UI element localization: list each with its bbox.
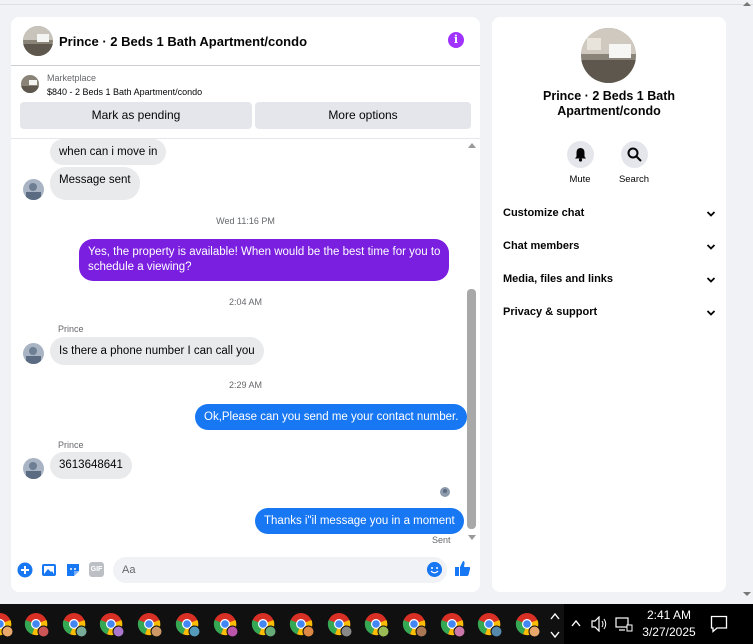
search-action[interactable]: Search xyxy=(604,141,664,185)
scroll-thumb[interactable] xyxy=(467,289,476,529)
chevron-down-icon xyxy=(706,244,716,250)
menu-label: Customize chat xyxy=(503,207,585,219)
bell-icon[interactable] xyxy=(566,141,594,168)
chrome-profile-icon[interactable] xyxy=(477,612,503,638)
message-placeholder: Aa xyxy=(122,564,136,576)
chrome-profile-icon[interactable] xyxy=(62,612,88,638)
clock-date: 3/27/2025 xyxy=(642,625,696,639)
system-tray: 2:41 AM 3/27/2025 xyxy=(564,604,753,644)
menu-media-files-links[interactable]: Media, files and links xyxy=(503,273,716,293)
mute-action[interactable]: Mute xyxy=(550,141,610,185)
listing-thumbnail[interactable] xyxy=(21,75,39,93)
chrome-profile-icon[interactable] xyxy=(175,612,201,638)
chrome-profile-icon[interactable] xyxy=(251,612,277,638)
scroll-up-arrow[interactable] xyxy=(468,143,476,148)
menu-label: Chat members xyxy=(503,240,580,252)
message-bubble: Ok,Please can you send me your contact n… xyxy=(195,404,468,430)
info-title-line: Apartment/condo xyxy=(557,104,661,118)
add-icon[interactable] xyxy=(17,562,33,578)
chevron-down-icon xyxy=(706,277,716,283)
chrome-profile-icon[interactable] xyxy=(515,612,541,638)
timestamp: 2:04 AM xyxy=(228,297,263,307)
sender-avatar[interactable] xyxy=(23,343,44,364)
photo-icon[interactable] xyxy=(41,562,57,578)
timestamp: 2:29 AM xyxy=(228,380,263,390)
chrome-profile-icon[interactable] xyxy=(440,612,466,638)
chrome-profile-icon[interactable] xyxy=(99,612,125,638)
chat-title[interactable]: Prince · 2 Beds 1 Bath Apartment/condo xyxy=(59,34,307,49)
mute-label: Mute xyxy=(569,174,591,185)
volume-icon[interactable] xyxy=(591,616,609,632)
conversation-info-panel: Prince · 2 Beds 1 Bath Apartment/condo M… xyxy=(492,17,726,592)
page-scrollbar[interactable] xyxy=(740,0,753,602)
chevron-up-icon[interactable] xyxy=(548,608,562,640)
info-icon[interactable]: i xyxy=(448,32,464,48)
listing-summary[interactable]: $840 - 2 Beds 1 Bath Apartment/condo xyxy=(47,87,202,97)
menu-privacy-support[interactable]: Privacy & support xyxy=(503,306,716,326)
clock-time: 2:41 AM xyxy=(646,608,692,622)
scroll-down-arrow[interactable] xyxy=(743,592,751,596)
chrome-profile-icon[interactable] xyxy=(0,612,14,638)
menu-label: Privacy & support xyxy=(503,306,598,318)
sender-avatar[interactable] xyxy=(23,179,44,200)
like-icon[interactable] xyxy=(454,560,471,577)
timestamp: Wed 11:16 PM xyxy=(216,216,275,226)
marketplace-banner: Marketplace $840 - 2 Beds 1 Bath Apartme… xyxy=(11,66,480,139)
message-line: Yes, the property is available! When wou… xyxy=(88,246,441,258)
emoji-icon[interactable] xyxy=(427,562,442,577)
chrome-profile-icon[interactable] xyxy=(24,612,50,638)
chrome-profile-icon[interactable] xyxy=(327,612,353,638)
chevron-down-icon xyxy=(706,310,716,316)
search-icon[interactable] xyxy=(620,141,648,168)
chrome-profile-icon[interactable] xyxy=(213,612,239,638)
chrome-profile-icon[interactable] xyxy=(137,612,163,638)
sender-avatar[interactable] xyxy=(23,458,44,479)
sent-status: Sent xyxy=(432,535,451,545)
chat-scrollbar[interactable] xyxy=(467,143,477,545)
chat-panel: Prince · 2 Beds 1 Bath Apartment/condo i… xyxy=(11,17,480,592)
chat-avatar[interactable] xyxy=(23,26,53,56)
composer: GIF Aa xyxy=(11,552,480,592)
mark-as-pending-button[interactable]: Mark as pending xyxy=(20,102,252,129)
info-title: Prince · 2 Beds 1 Bath Apartment/condo xyxy=(492,89,726,119)
message-bubble: 3613648641 xyxy=(50,452,132,479)
info-avatar[interactable] xyxy=(581,28,636,83)
menu-customize-chat[interactable]: Customize chat xyxy=(503,207,716,227)
clock[interactable]: 2:41 AM 3/27/2025 xyxy=(640,607,698,641)
chrome-profile-icon[interactable] xyxy=(289,612,315,638)
top-divider xyxy=(0,4,753,5)
chrome-profile-icon[interactable] xyxy=(402,612,428,638)
search-label: Search xyxy=(618,174,650,185)
marketplace-label: Marketplace xyxy=(47,73,97,83)
gif-icon[interactable]: GIF xyxy=(89,562,104,577)
message-bubble: when can i move in xyxy=(50,139,167,165)
menu-label: Media, files and links xyxy=(503,273,614,285)
notifications-icon[interactable] xyxy=(710,615,728,633)
message-line: schedule a viewing? xyxy=(88,261,192,273)
menu-chat-members[interactable]: Chat members xyxy=(503,240,716,260)
message-bubble: Message sent xyxy=(50,167,140,200)
taskbar: 2:41 AM 3/27/2025 xyxy=(0,604,753,644)
read-receipt-avatar xyxy=(440,487,450,497)
message-input[interactable]: Aa xyxy=(113,557,447,583)
network-icon[interactable] xyxy=(615,616,633,632)
more-options-button[interactable]: More options xyxy=(255,102,471,129)
sender-name: Prince xyxy=(58,324,84,334)
sender-name: Prince xyxy=(58,440,84,450)
message-bubble: Is there a phone number I can call you xyxy=(50,337,264,365)
sticker-icon[interactable] xyxy=(65,562,81,578)
scroll-up-arrow[interactable] xyxy=(743,2,751,6)
chevron-down-icon xyxy=(706,211,716,217)
show-hidden-icons-icon[interactable] xyxy=(570,618,582,630)
message-bubble: Thanks i"il message you in a moment xyxy=(255,508,464,534)
info-title-line: Prince · 2 Beds 1 Bath xyxy=(543,89,675,103)
chat-header: Prince · 2 Beds 1 Bath Apartment/condo i xyxy=(11,17,480,66)
chrome-profile-icon[interactable] xyxy=(364,612,390,638)
scroll-down-arrow[interactable] xyxy=(468,535,476,540)
message-bubble: Yes, the property is available! When wou… xyxy=(79,239,450,281)
